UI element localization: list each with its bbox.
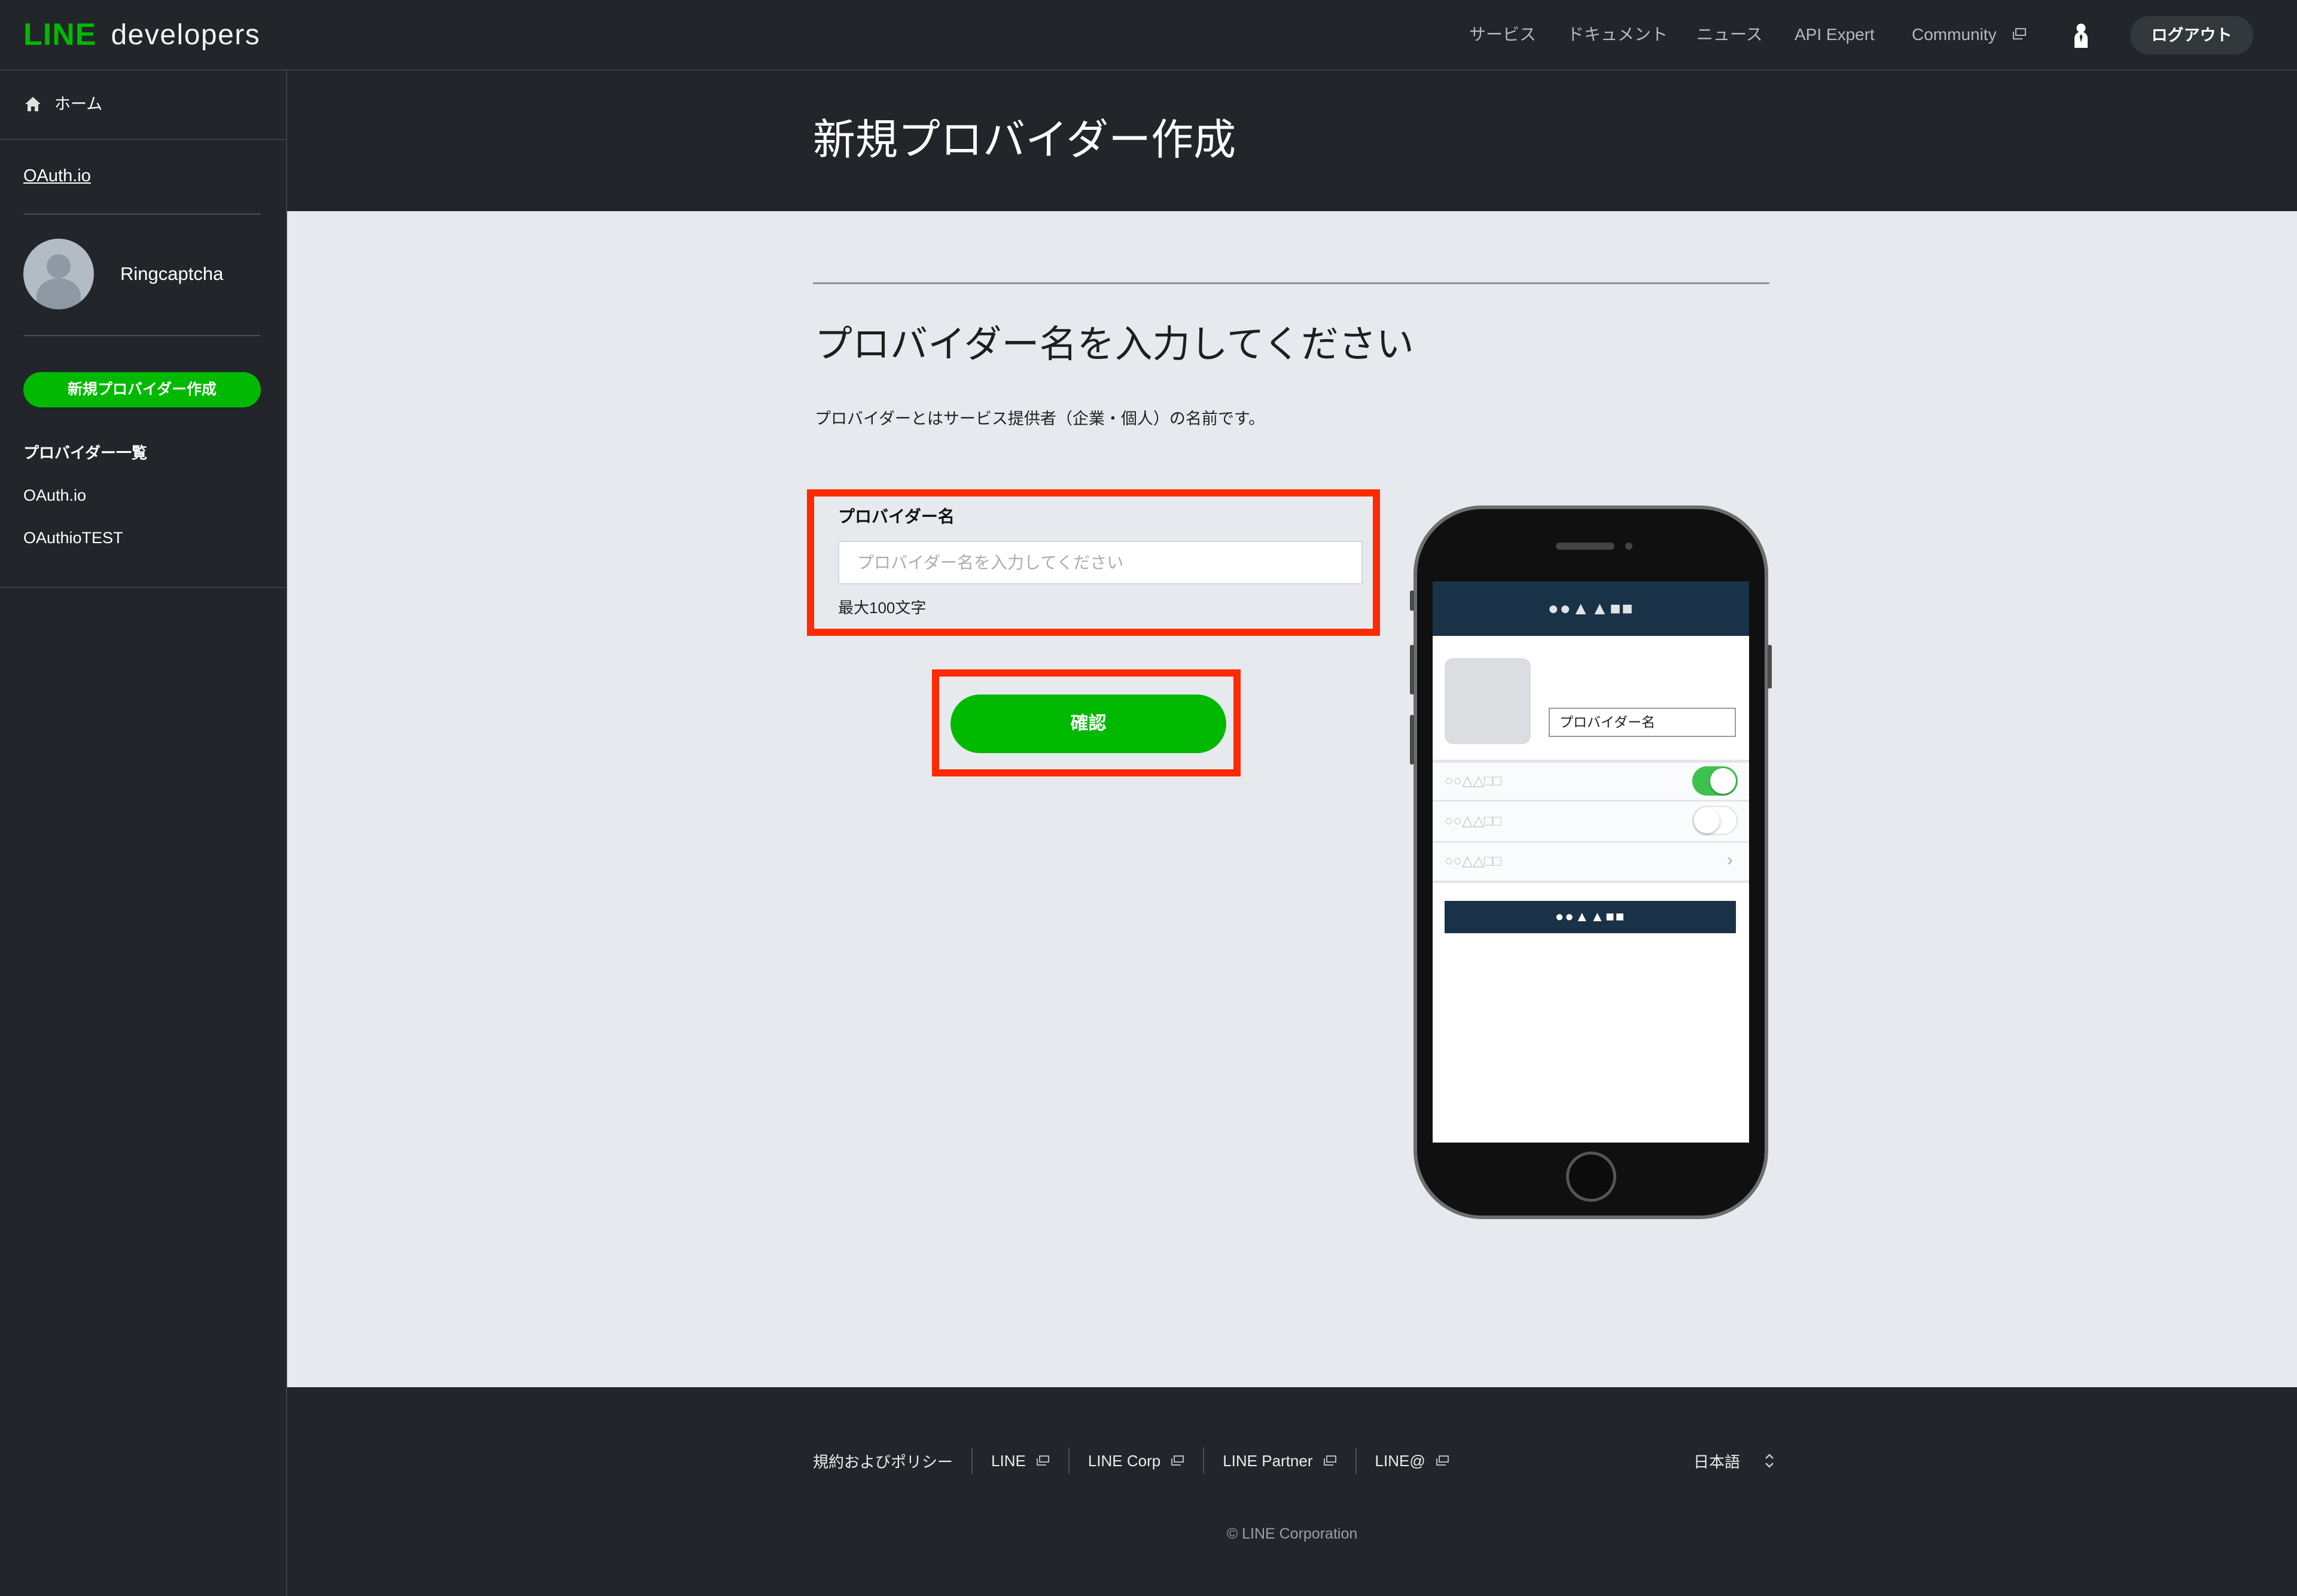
line-developers-logo[interactable]: LINE developers [23,0,260,69]
phone-side-button [1768,645,1772,689]
logo-product: developers [111,19,261,51]
phone-side-button [1410,590,1414,611]
sidebar-divider [23,214,261,215]
footer-link-line[interactable]: LINE [991,1452,1050,1470]
nav-api-expert[interactable]: API Expert [1795,0,1875,69]
footer-link-label: LINE@ [1375,1451,1425,1470]
footer-link-line-at[interactable]: LINE@ [1375,1452,1449,1470]
section-description: プロバイダーとはサービス提供者（企業・個人）の名前です。 [815,410,1265,428]
user-icon[interactable] [2073,23,2089,51]
footer-link-line-corp[interactable]: LINE Corp [1088,1452,1184,1470]
footer-separator [1203,1448,1205,1474]
confirm-button[interactable]: 確認 [951,695,1226,753]
main-content [287,211,2297,1387]
footer-separator [1355,1448,1357,1474]
toggle-knob [1710,768,1736,794]
person-icon [36,254,81,309]
preview-app-title: ●●▲▲■■ [1433,581,1749,636]
language-selector[interactable]: 日本語 [1693,1443,1775,1479]
chevron-up-down-icon [1764,1452,1775,1469]
sidebar-divider [0,139,286,140]
preview-toggle-off [1692,806,1738,835]
nav-news[interactable]: ニュース [1696,0,1763,69]
provider-name-input[interactable] [838,541,1363,584]
toggle-knob [1694,808,1720,833]
external-link-icon [1323,1455,1337,1467]
footer-link-line-partner[interactable]: LINE Partner [1223,1452,1336,1470]
page-title: 新規プロバイダー作成 [813,117,1236,164]
footer-separator [1068,1448,1070,1474]
user-name: Ringcaptcha [120,263,224,284]
account-link[interactable]: OAuth.io [23,162,91,190]
preview-row-label: ○○△△□□ [1445,813,1501,829]
preview-provider-icon [1445,658,1531,744]
footer-link-label: LINE [991,1451,1026,1470]
nav-services[interactable]: サービス [1469,0,1536,69]
sidebar-divider [23,335,261,336]
home-icon[interactable] [24,96,42,115]
provider-name-hint: 最大100文字 [838,599,927,617]
preview-divider [1433,881,1749,883]
phone-screen: ●●▲▲■■ プロバイダー名 ○○△△□□ ○○△△□□ ○○△△□□ › ●●… [1433,581,1749,1143]
phone-speaker [1556,543,1614,550]
phone-home-button [1566,1152,1616,1202]
copyright: © LINE Corporation [1226,1525,1358,1542]
footer-link-label: LINE Corp [1087,1451,1161,1470]
phone-side-button [1410,645,1414,695]
section-heading: プロバイダー名を入力してください [815,324,1414,366]
top-header: LINE developers サービス ドキュメント ニュース API Exp… [0,0,2297,71]
provider-name-label: プロバイダー名 [838,507,955,526]
nav-documents[interactable]: ドキュメント [1567,0,1668,69]
sidebar-item-provider[interactable]: OAuth.io [23,481,86,510]
sidebar-item-home[interactable]: ホーム [54,90,102,118]
phone-camera [1625,543,1632,550]
footer-separator [971,1448,973,1474]
external-link-icon [2011,28,2027,44]
nav-community[interactable]: Community [1912,0,1997,69]
preview-row-label: ○○△△□□ [1445,853,1501,869]
sidebar-divider [0,587,286,588]
sidebar-item-provider[interactable]: OAuthioTEST [23,523,123,552]
preview-provider-name: プロバイダー名 [1549,708,1736,737]
preview-row-label: ○○△△□□ [1445,773,1501,789]
footer-links: 規約およびポリシー LINE LINE Corp LINE Partner LI… [813,1443,1449,1479]
external-link-icon [1435,1455,1449,1467]
language-label: 日本語 [1693,1452,1741,1471]
preview-toggle-on [1692,766,1738,796]
create-provider-button[interactable]: 新規プロバイダー作成 [23,372,261,407]
footer-link-policy[interactable]: 規約およびポリシー [813,1450,953,1472]
external-link-icon [1035,1455,1050,1467]
phone-side-button [1410,715,1414,765]
avatar [23,239,94,309]
footer-link-label: LINE Partner [1223,1451,1313,1470]
providers-heading: プロバイダー一覧 [23,444,147,462]
footer-link-label: 規約およびポリシー [813,1452,953,1471]
external-link-icon [1170,1455,1184,1467]
section-divider [813,282,1769,284]
preview-button: ●●▲▲■■ [1445,901,1736,933]
chevron-right-icon: › [1727,850,1733,870]
logo-brand: LINE [23,17,97,52]
logout-button[interactable]: ログアウト [2130,16,2253,54]
